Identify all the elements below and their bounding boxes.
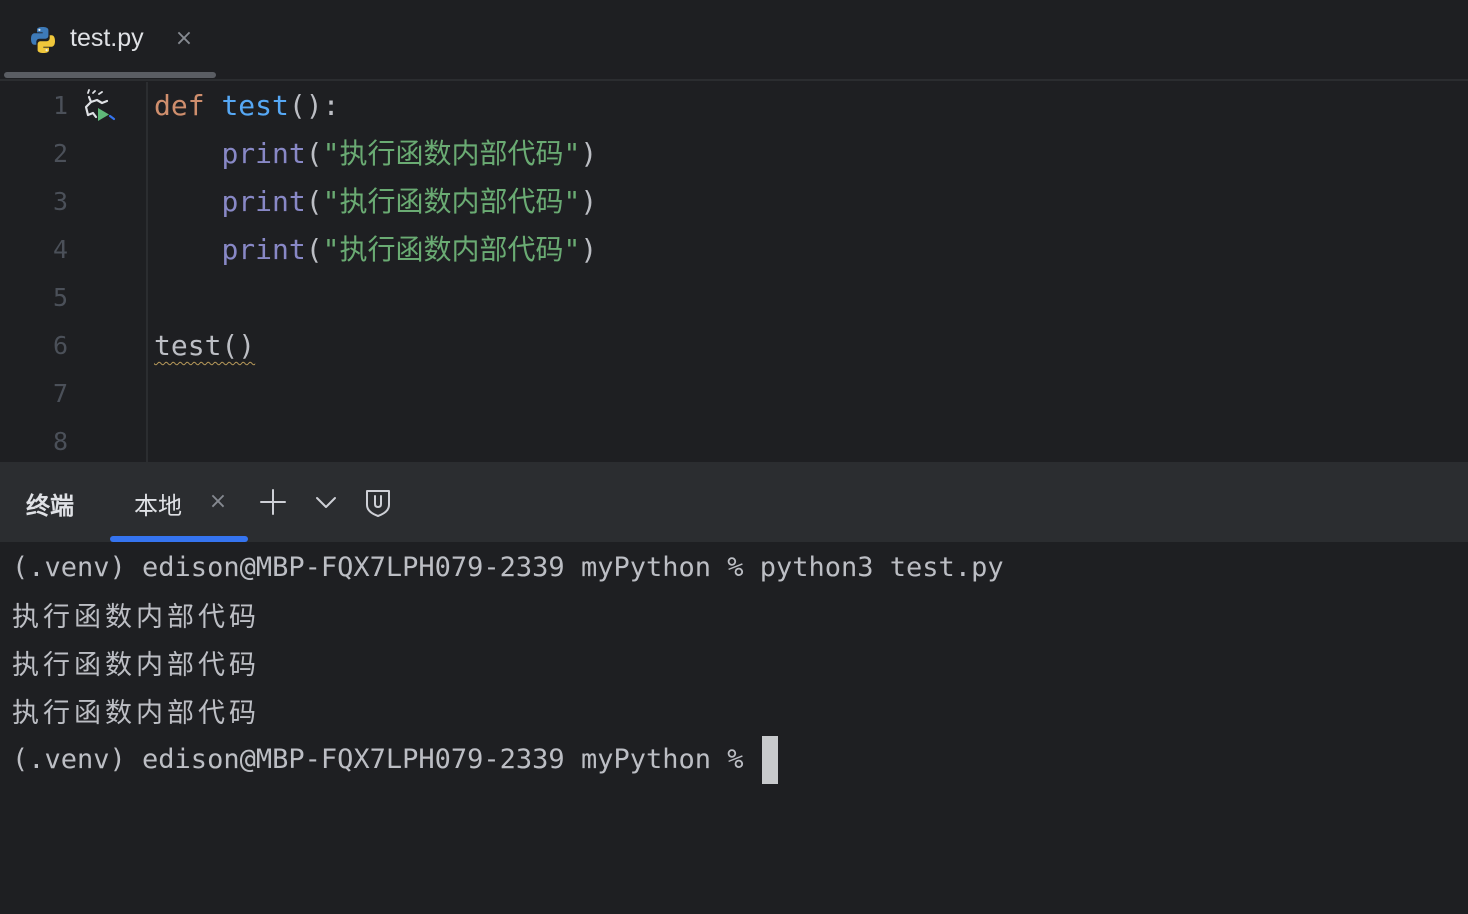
close-icon[interactable]: × — [206, 490, 230, 514]
builtin-print: print — [221, 233, 306, 266]
terminal-prompt-line: (.venv) edison@MBP-FQX7LPH079-2339 myPyt… — [12, 736, 778, 784]
code-editor[interactable]: 1 2 3 4 5 6 7 8 def test(): print("执行函数内… — [0, 82, 1468, 462]
plus-icon[interactable] — [257, 486, 289, 518]
active-tab-indicator — [4, 72, 216, 78]
keyword-def: def — [154, 89, 205, 122]
terminal-header: 终端 本地 × — [0, 462, 1468, 542]
python-icon — [31, 27, 55, 53]
builtin-print: print — [221, 137, 306, 170]
line-number: 7 — [52, 379, 68, 408]
string-literal: "执行函数内部代码" — [322, 137, 581, 170]
terminal-tab-label: 本地 — [134, 492, 182, 520]
terminal-output[interactable]: (.venv) edison@MBP-FQX7LPH079-2339 myPyt… — [0, 542, 1468, 914]
line-number: 1 — [52, 91, 68, 120]
string-literal: "执行函数内部代码" — [322, 185, 581, 218]
shield-icon[interactable] — [362, 486, 394, 518]
chevron-down-icon[interactable] — [310, 486, 342, 518]
run-icon[interactable] — [80, 89, 116, 125]
terminal-output-line: 执行函数内部代码 — [12, 602, 260, 633]
terminal-title: 终端 — [26, 492, 74, 520]
terminal-cursor — [761, 736, 778, 784]
terminal-command-line: (.venv) edison@MBP-FQX7LPH079-2339 myPyt… — [12, 552, 1004, 583]
line-number: 4 — [52, 235, 68, 264]
code-line: print("执行函数内部代码") — [221, 137, 598, 170]
code-line: print("执行函数内部代码") — [221, 233, 598, 266]
line-number: 3 — [52, 187, 68, 216]
ide-window: test.py × 1 2 3 4 5 6 7 8 def test(): pr… — [0, 0, 1468, 914]
line-number: 5 — [52, 283, 68, 312]
line-number-gutter: 1 2 3 4 5 6 7 8 — [0, 82, 148, 462]
function-call: test() — [154, 329, 256, 362]
terminal-output-line: 执行函数内部代码 — [12, 698, 260, 729]
editor-tab-test-py[interactable]: test.py × — [2, 0, 216, 80]
function-name: test — [221, 89, 289, 122]
terminal-prompt: (.venv) edison@MBP-FQX7LPH079-2339 myPyt… — [12, 744, 760, 775]
line-number: 8 — [52, 427, 68, 456]
close-icon[interactable]: × — [172, 27, 196, 51]
code-line: def test(): — [154, 89, 340, 122]
string-literal: "执行函数内部代码" — [322, 233, 581, 266]
builtin-print: print — [221, 185, 306, 218]
terminal-output-line: 执行函数内部代码 — [12, 650, 260, 681]
line-number: 2 — [52, 139, 68, 168]
editor-tab-bar: test.py × — [0, 0, 1468, 81]
editor-tab-label: test.py — [70, 24, 144, 52]
line-number: 6 — [52, 331, 68, 360]
code-line: print("执行函数内部代码") — [221, 185, 598, 218]
terminal-tab-local[interactable]: 本地 × — [110, 462, 248, 542]
code-line: test() — [154, 322, 255, 370]
